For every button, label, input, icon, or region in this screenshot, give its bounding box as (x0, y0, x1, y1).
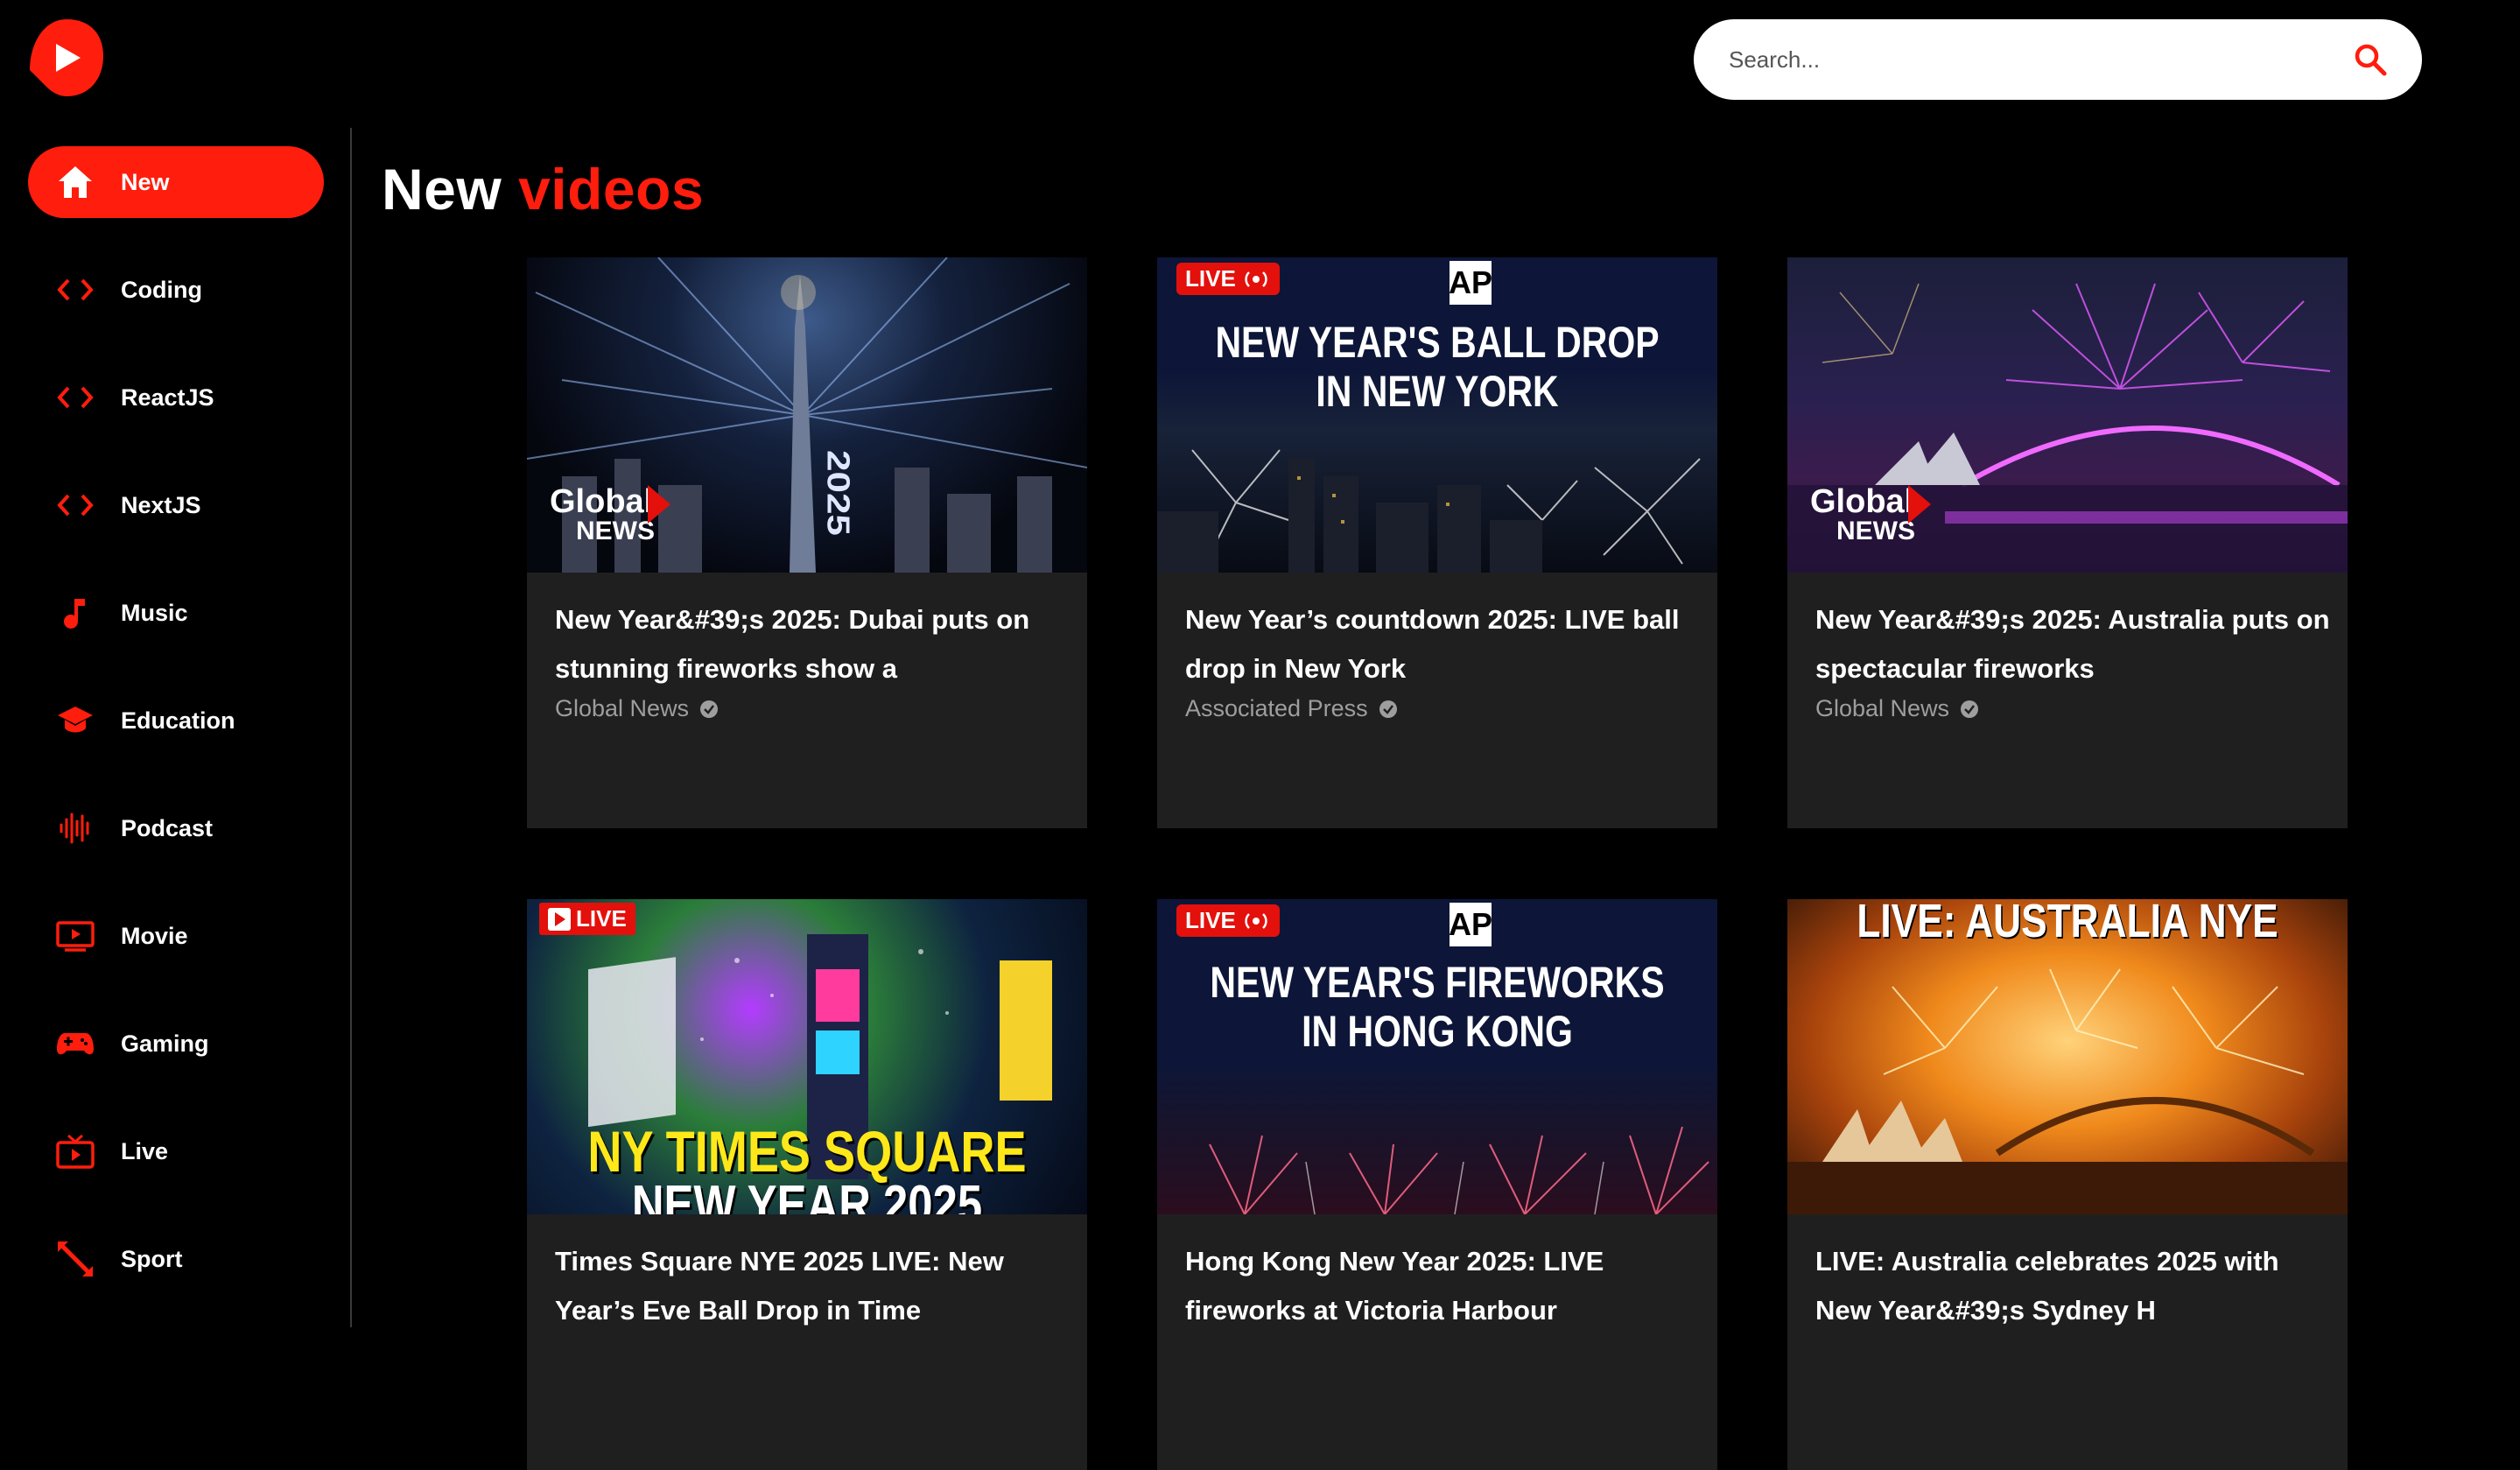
broadcast-icon (1245, 912, 1267, 929)
logo-subtext: NEWS (1836, 517, 1915, 545)
sidebar-item-nextjs[interactable]: NextJS (28, 469, 324, 541)
ap-logo: AP (1449, 261, 1492, 305)
sidebar-item-coding[interactable]: Coding (28, 254, 324, 326)
video-title[interactable]: Hong Kong New Year 2025: LIVE fireworks … (1185, 1237, 1702, 1335)
video-player-icon (54, 915, 96, 957)
sidebar-item-new[interactable]: New (28, 146, 324, 218)
sidebar-item-label: Music (121, 599, 188, 626)
channel-name[interactable]: Global News (1815, 695, 1979, 722)
video-card[interactable]: LIVE AP NEW YEAR'S BALL DROP IN NEW YORK… (1157, 257, 1717, 828)
search-bar (1694, 19, 2422, 100)
channel-label: Associated Press (1185, 695, 1368, 721)
sidebar: New Coding ReactJS NextJS Music Educatio… (0, 128, 352, 1327)
graduation-cap-icon (54, 700, 96, 742)
video-title[interactable]: New Year&#39;s 2025: Australia puts on s… (1815, 595, 2332, 693)
sidebar-item-live[interactable]: Live (28, 1115, 324, 1187)
ap-logo: AP (1449, 903, 1492, 946)
tv-live-icon (54, 1130, 96, 1172)
thumbnail-overlay-text: 2025 (820, 450, 856, 536)
live-badge: LIVE (1176, 263, 1280, 295)
sidebar-item-label: Podcast (121, 814, 214, 841)
video-title[interactable]: New Year&#39;s 2025: Dubai puts on stunn… (555, 595, 1071, 693)
thumbnail-headline-line2: IN HONG KONG (1302, 1007, 1573, 1056)
gamepad-icon (54, 1023, 96, 1065)
video-card[interactable]: LIVE NY TIMES SQUARE NEW YEAR 2025 Times… (527, 899, 1087, 1470)
sidebar-item-label: New (121, 168, 170, 195)
video-title[interactable]: New Year’s countdown 2025: LIVE ball dro… (1185, 595, 1702, 693)
search-input[interactable] (1727, 45, 2350, 74)
verified-icon (1961, 700, 1979, 718)
sport-icon (54, 1238, 96, 1280)
home-icon (54, 161, 96, 203)
thumbnail-headline-line1: NEW YEAR'S FIREWORKS (1210, 958, 1665, 1007)
live-badge: LIVE (1176, 904, 1280, 937)
video-thumbnail[interactable]: LIVE: AUSTRALIA NYE (1787, 899, 2348, 1214)
channel-label: Global News (1815, 695, 1950, 721)
video-thumbnail[interactable]: LIVE AP NEW YEAR'S BALL DROP IN NEW YORK (1157, 257, 1717, 573)
soundwave-icon (54, 807, 96, 849)
fireworks-illustration (1209, 1126, 1709, 1214)
sidebar-item-label: NextJS (121, 491, 201, 518)
music-note-icon (54, 592, 96, 634)
logo-text: Global (1810, 483, 1914, 520)
video-thumbnail[interactable]: LIVE AP NEW YEAR'S FIREWORKS IN HONG KON… (1157, 899, 1717, 1214)
video-thumbnail[interactable]: LIVE NY TIMES SQUARE NEW YEAR 2025 (527, 899, 1087, 1214)
code-icon (54, 376, 96, 418)
video-card[interactable]: LIVE: AUSTRALIA NYE LIVE: Australia cele… (1787, 899, 2348, 1470)
sidebar-item-label: Movie (121, 922, 188, 949)
sidebar-item-music[interactable]: Music (28, 577, 324, 649)
video-title[interactable]: LIVE: Australia celebrates 2025 with New… (1815, 1237, 2332, 1335)
logo-subtext: NEWS (576, 517, 655, 545)
channel-name[interactable]: Associated Press (1185, 695, 1398, 722)
sidebar-item-gaming[interactable]: Gaming (28, 1008, 324, 1080)
video-card[interactable]: Global NEWS 2025 New Year&#39;s 2025: Du… (527, 257, 1087, 828)
video-card[interactable]: Global NEWS New Year&#39;s 2025: Austral… (1787, 257, 2348, 828)
sidebar-item-education[interactable]: Education (28, 685, 324, 756)
code-icon (54, 269, 96, 311)
play-logo-icon (30, 19, 103, 96)
play-icon (548, 907, 571, 931)
page-title: New videos (382, 156, 704, 222)
channel-label: Global News (555, 695, 690, 721)
thumbnail-headline-line2: NEW YEAR 2025 (631, 1175, 983, 1214)
sidebar-item-label: Live (121, 1137, 169, 1164)
sidebar-item-label: Education (121, 707, 235, 734)
code-icon (54, 484, 96, 526)
broadcast-icon (1245, 271, 1267, 287)
verified-icon (1379, 700, 1397, 718)
sidebar-item-podcast[interactable]: Podcast (28, 792, 324, 864)
thumbnail-headline-line1: LIVE: AUSTRALIA NYE (1857, 899, 2278, 947)
page-title-accent: videos (518, 157, 705, 222)
global-news-logo: Global NEWS (550, 483, 670, 545)
sidebar-item-sport[interactable]: Sport (28, 1223, 324, 1295)
live-label: LIVE (1185, 265, 1236, 292)
live-badge: LIVE (539, 903, 635, 935)
thumbnail-headline-line2: IN NEW YORK (1316, 367, 1559, 416)
logo-text: Global (550, 483, 654, 520)
video-card[interactable]: LIVE AP NEW YEAR'S FIREWORKS IN HONG KON… (1157, 899, 1717, 1470)
search-icon[interactable] (2350, 39, 2390, 80)
sidebar-item-label: Sport (121, 1245, 183, 1272)
live-label: LIVE (576, 905, 627, 932)
live-label: LIVE (1185, 907, 1236, 933)
sidebar-item-movie[interactable]: Movie (28, 900, 324, 972)
app-logo[interactable] (28, 18, 105, 98)
page-title-prefix: New (382, 157, 502, 222)
sidebar-item-label: Gaming (121, 1030, 209, 1057)
sidebar-item-label: Coding (121, 276, 202, 303)
video-thumbnail[interactable]: Global NEWS 2025 (527, 257, 1087, 573)
video-thumbnail[interactable]: Global NEWS (1787, 257, 2348, 573)
video-title[interactable]: Times Square NYE 2025 LIVE: New Year’s E… (555, 1237, 1071, 1335)
channel-name[interactable]: Global News (555, 695, 719, 722)
sidebar-item-reactjs[interactable]: ReactJS (28, 362, 324, 433)
global-news-logo: Global NEWS (1810, 483, 1931, 545)
verified-icon (700, 700, 719, 718)
thumbnail-headline-line1: NEW YEAR'S BALL DROP (1215, 318, 1660, 367)
sidebar-item-label: ReactJS (121, 383, 214, 411)
